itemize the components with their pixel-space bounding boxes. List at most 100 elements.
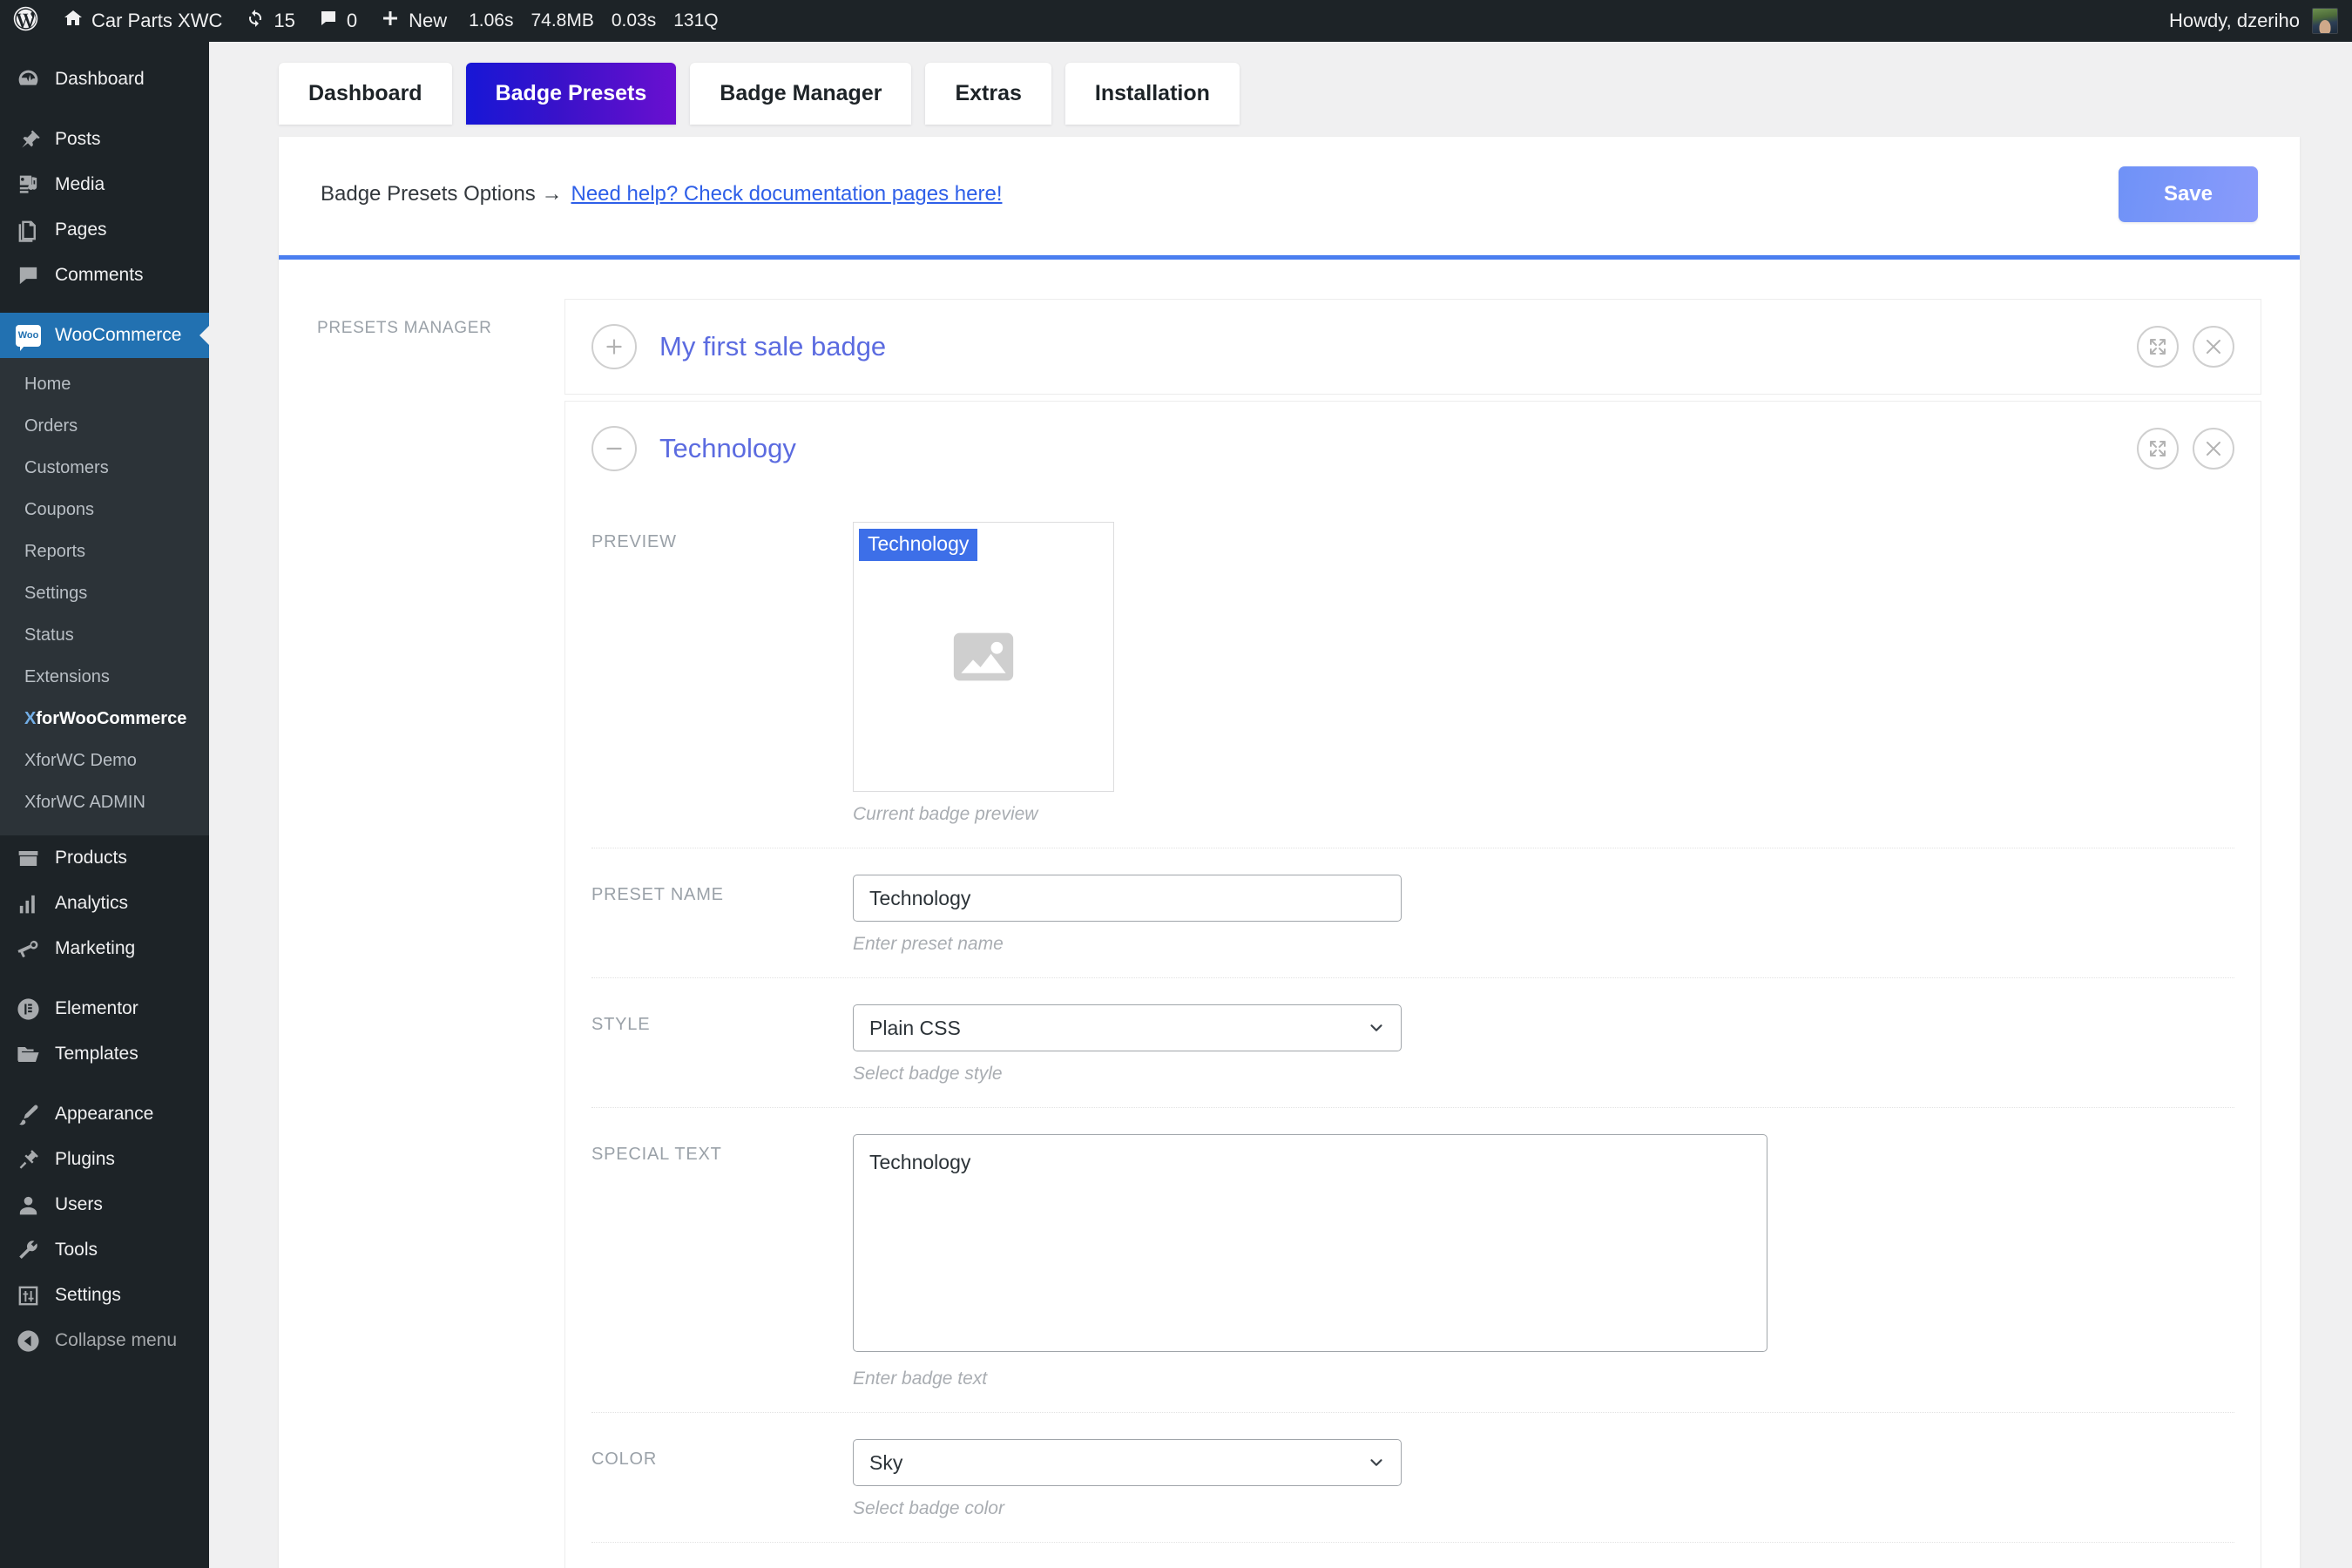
wordpress-logo-menu[interactable] (0, 0, 51, 42)
products-icon (16, 846, 41, 871)
tab-extras[interactable]: Extras (925, 63, 1051, 125)
submenu-item-xforwc-demo[interactable]: XforWC Demo (0, 740, 209, 781)
tab-badge-presets[interactable]: Badge Presets (466, 63, 677, 125)
site-name-menu[interactable]: Car Parts XWC (51, 0, 233, 42)
sidebar-item-appearance[interactable]: Appearance (0, 1092, 209, 1137)
label-style: STYLE (591, 1004, 853, 1035)
plus-icon[interactable] (591, 324, 637, 369)
documentation-link[interactable]: Need help? Check documentation pages her… (571, 182, 1002, 206)
submenu-item-extensions[interactable]: Extensions (0, 656, 209, 698)
sidebar-label-users: Users (55, 1194, 103, 1215)
sidebar-item-settings[interactable]: Settings (0, 1273, 209, 1318)
collapse-icon (16, 1328, 41, 1354)
submenu-item-settings[interactable]: Settings (0, 572, 209, 614)
sidebar-item-plugins[interactable]: Plugins (0, 1137, 209, 1182)
submenu-item-xforwoocommerce[interactable]: XforWooCommerce (0, 698, 209, 740)
save-button[interactable]: Save (2119, 166, 2258, 222)
menu-spacer-top (0, 42, 209, 57)
sidebar-item-dashboard[interactable]: Dashboard (0, 57, 209, 102)
pages-icon (16, 218, 41, 243)
sidebar-item-comments[interactable]: Comments (0, 253, 209, 298)
new-label: New (409, 10, 447, 32)
queries-value: 131Q (673, 10, 718, 31)
sidebar-label-marketing: Marketing (55, 938, 135, 959)
sidebar-label-posts: Posts (55, 129, 101, 150)
submenu-item-customers[interactable]: Customers (0, 447, 209, 489)
sliders-icon (16, 1283, 41, 1308)
sidebar-item-pages[interactable]: Pages (0, 207, 209, 253)
expand-arrows-icon[interactable] (2137, 326, 2179, 368)
preset-actions (2137, 428, 2234, 470)
tab-installation[interactable]: Installation (1065, 63, 1240, 125)
preset-title: Technology (659, 433, 2137, 464)
submenu-item-reports[interactable]: Reports (0, 531, 209, 572)
comments-count: 0 (347, 10, 357, 32)
sidebar-item-templates[interactable]: Templates (0, 1031, 209, 1077)
submenu-item-home[interactable]: Home (0, 363, 209, 405)
minus-icon[interactable] (591, 426, 637, 471)
sidebar-item-marketing[interactable]: Marketing (0, 926, 209, 971)
sidebar-label-dashboard: Dashboard (55, 69, 145, 90)
style-select-wrapper (853, 1004, 1402, 1051)
panel-body: PRESETS MANAGER My first sale badge (279, 260, 2300, 1568)
menu-separator-1 (0, 102, 209, 117)
wrench-icon (16, 1238, 41, 1263)
hint-special-text: Enter badge text (853, 1369, 2234, 1389)
preset-accordion-header[interactable]: My first sale badge (565, 300, 2261, 394)
home-icon (63, 8, 84, 34)
submenu-item-coupons[interactable]: Coupons (0, 489, 209, 531)
panel-header-text: Badge Presets Options → Need help? Check… (321, 182, 1002, 206)
sidebar-item-collapse-menu[interactable]: Collapse menu (0, 1318, 209, 1363)
form-row-special-text: SPECIAL TEXT Enter badge text (591, 1108, 2234, 1413)
options-title: Badge Presets Options → (321, 182, 562, 206)
sidebar-item-users[interactable]: Users (0, 1182, 209, 1227)
update-icon (245, 8, 266, 34)
panel-sidebar: PRESETS MANAGER (279, 260, 549, 1568)
submenu-item-status[interactable]: Status (0, 614, 209, 656)
sidebar-item-tools[interactable]: Tools (0, 1227, 209, 1273)
comments-menu[interactable]: 0 (307, 0, 368, 42)
sidebar-item-woocommerce[interactable]: Woo WooCommerce (0, 313, 209, 358)
menu-separator-3 (0, 971, 209, 986)
preset-accordion-header[interactable]: Technology (565, 402, 2261, 496)
sidebar-label-media: Media (55, 174, 105, 195)
updates-menu[interactable]: 15 (233, 0, 306, 42)
label-preview: PREVIEW (591, 522, 853, 552)
sidebar-item-posts[interactable]: Posts (0, 117, 209, 162)
badge-preview-box: Technology (853, 522, 1114, 792)
form-row-position: POSITION Select badge position (591, 1543, 2234, 1568)
label-special-text: SPECIAL TEXT (591, 1134, 853, 1165)
sidebar-item-analytics[interactable]: Analytics (0, 881, 209, 926)
color-select[interactable] (853, 1439, 1402, 1486)
close-icon[interactable] (2193, 428, 2234, 470)
image-placeholder-icon (948, 621, 1019, 693)
tab-badge-manager[interactable]: Badge Manager (690, 63, 911, 125)
label-preset-name: PRESET NAME (591, 875, 853, 905)
form-row-preview: PREVIEW Technology Current badge preview (591, 496, 2234, 848)
pin-icon (16, 127, 41, 152)
sidebar-item-media[interactable]: Media (0, 162, 209, 207)
submenu-item-orders[interactable]: Orders (0, 405, 209, 447)
performance-metrics: 1.06s 74.8MB 0.03s 131Q (458, 10, 719, 31)
sidebar-label-templates: Templates (55, 1044, 139, 1064)
field-style: Select badge style (853, 1004, 2234, 1085)
style-select[interactable] (853, 1004, 1402, 1051)
preset-name-input[interactable] (853, 875, 1402, 922)
new-content-menu[interactable]: New (368, 0, 458, 42)
sidebar-item-elementor[interactable]: Elementor (0, 986, 209, 1031)
special-text-textarea[interactable] (853, 1134, 1767, 1352)
expand-arrows-icon[interactable] (2137, 428, 2179, 470)
comment-bubble-icon (318, 8, 339, 34)
analytics-icon (16, 891, 41, 916)
menu-separator-4 (0, 1077, 209, 1092)
submenu-item-xforwc-admin[interactable]: XforWC ADMIN (0, 781, 209, 823)
menu-separator-2 (0, 298, 209, 313)
elementor-icon (16, 997, 41, 1022)
preset-actions (2137, 326, 2234, 368)
load-time-value: 1.06s (469, 10, 513, 31)
sidebar-label-collapse-menu: Collapse menu (55, 1330, 177, 1351)
tab-dashboard[interactable]: Dashboard (279, 63, 452, 125)
account-menu[interactable]: Howdy, dzeriho (2169, 8, 2352, 34)
close-icon[interactable] (2193, 326, 2234, 368)
sidebar-item-products[interactable]: Products (0, 835, 209, 881)
